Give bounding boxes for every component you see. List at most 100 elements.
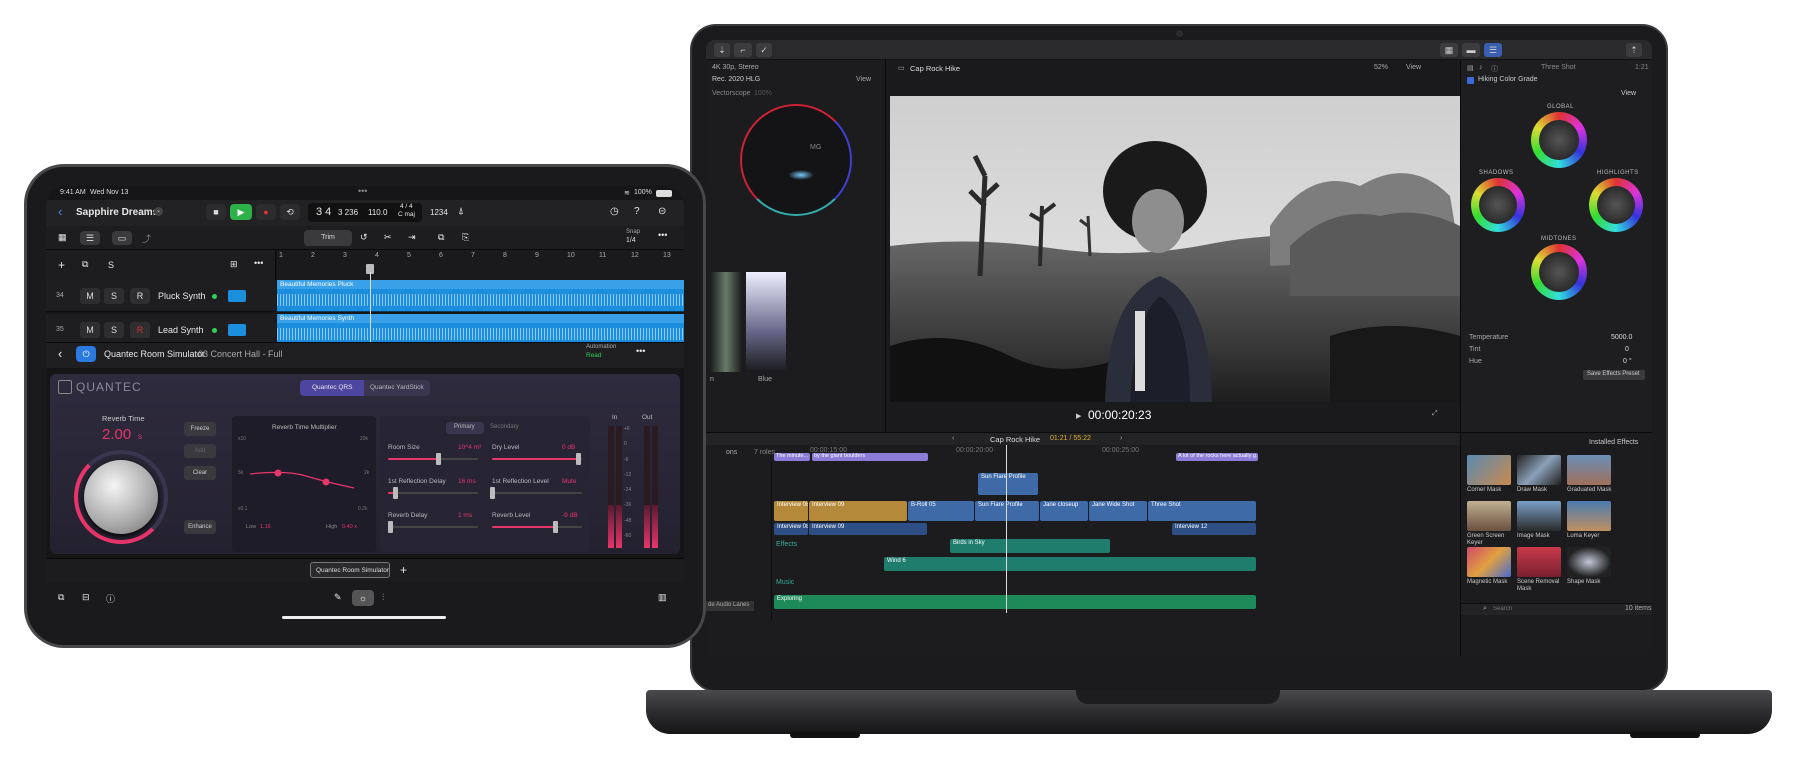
history-forward-icon[interactable]: › bbox=[1120, 435, 1122, 442]
solo-button[interactable]: S bbox=[104, 288, 124, 304]
param-slider-knob[interactable] bbox=[435, 453, 441, 465]
effect-thumbnail[interactable] bbox=[1467, 547, 1511, 577]
tab-quantec-yardstick[interactable]: Quantec YardStick bbox=[364, 380, 430, 396]
duplicate-track-icon[interactable]: ⧉ bbox=[82, 259, 88, 270]
param-temperature-value[interactable]: 5000.0 bbox=[1611, 334, 1632, 341]
instrument-icon[interactable] bbox=[228, 324, 246, 336]
instrument-icon[interactable] bbox=[228, 290, 246, 302]
browser-grid-icon[interactable]: ▦ bbox=[58, 232, 67, 243]
copy-icon[interactable]: ⧉ bbox=[438, 232, 444, 243]
high-handle[interactable] bbox=[322, 478, 330, 486]
primary-clip[interactable]: Jane Wide Shot bbox=[1089, 501, 1147, 521]
param-slider-knob[interactable] bbox=[393, 487, 399, 499]
primary-clip[interactable]: Jane closeup bbox=[1040, 501, 1088, 521]
add-track-icon[interactable]: + bbox=[58, 258, 65, 272]
primary-clip[interactable]: B-Roll 05 bbox=[908, 501, 974, 521]
param-slider-knob[interactable] bbox=[553, 521, 558, 533]
info-icon[interactable]: ⓘ bbox=[1491, 64, 1498, 74]
connected-clip[interactable]: Sun Flare Profile bbox=[978, 473, 1038, 495]
trim-tool-button[interactable]: Trim bbox=[304, 230, 352, 246]
timeline-ruler[interactable] bbox=[277, 250, 684, 280]
keyboard-icon[interactable]: ▥ bbox=[658, 592, 667, 603]
param-slider-track[interactable] bbox=[492, 492, 582, 494]
metronome-icon[interactable]: ⍋ bbox=[458, 206, 464, 217]
global-solo-label[interactable]: S bbox=[108, 260, 114, 270]
project-title[interactable]: Sapphire Dreams bbox=[76, 207, 158, 218]
record-arm-button[interactable]: R bbox=[130, 288, 150, 304]
reverb-time-knob[interactable] bbox=[84, 460, 158, 534]
help-icon[interactable]: ? bbox=[634, 206, 640, 217]
add-plugin-icon[interactable]: + bbox=[400, 563, 407, 577]
film-icon[interactable]: ▤ bbox=[1467, 64, 1474, 72]
primary-clip[interactable]: Three Shot bbox=[1148, 501, 1256, 521]
multiplier-curve[interactable] bbox=[246, 456, 358, 496]
inspector-view-menu[interactable]: View bbox=[1621, 90, 1636, 97]
plugin-preset[interactable]: 03 Concert Hall - Full bbox=[198, 349, 283, 359]
freeze-button[interactable]: Freeze bbox=[184, 422, 216, 436]
primary-clip[interactable]: Sun Flare Profile bbox=[975, 501, 1039, 521]
browser-title[interactable]: Installed Effects bbox=[1589, 439, 1638, 446]
effect-thumbnail[interactable] bbox=[1517, 547, 1561, 577]
track-name[interactable]: Pluck Synth bbox=[158, 291, 206, 301]
pencil-icon[interactable]: ✎ bbox=[334, 592, 342, 603]
mute-button[interactable]: M bbox=[80, 322, 100, 338]
effect-thumbnail[interactable] bbox=[1567, 547, 1611, 577]
play-icon[interactable]: ▶ bbox=[1076, 412, 1081, 420]
effects-audio-clip[interactable]: Wind 6 bbox=[884, 557, 1256, 571]
track-row[interactable]: 34 M S R Pluck Synth bbox=[46, 280, 276, 312]
effect-thumbnail[interactable] bbox=[1467, 501, 1511, 531]
clear-button[interactable]: Clear bbox=[184, 466, 216, 480]
mute-button[interactable]: M bbox=[80, 288, 100, 304]
audio-icon[interactable]: ♪ bbox=[1479, 64, 1483, 71]
record-arm-button[interactable]: R bbox=[130, 322, 150, 338]
snap-value[interactable]: 1/4 bbox=[626, 237, 636, 244]
audio-clip[interactable]: Interview 09 bbox=[809, 523, 927, 535]
viewer-view-menu[interactable]: View bbox=[1406, 64, 1421, 71]
save-effects-preset-button[interactable]: Save Effects Preset bbox=[1583, 370, 1645, 380]
record-icon[interactable]: ● bbox=[256, 204, 276, 220]
audio-region[interactable]: Beautiful Memories Pluck bbox=[277, 280, 684, 312]
fullscreen-icon[interactable]: ⤢ bbox=[1432, 410, 1438, 418]
join-tool-icon[interactable]: ⇥ bbox=[408, 232, 416, 243]
effect-thumbnail[interactable] bbox=[1567, 455, 1611, 485]
browser-toggle-icon[interactable]: ▦ bbox=[1440, 43, 1458, 57]
param-slider-track[interactable] bbox=[388, 526, 478, 528]
effect-thumbnail[interactable] bbox=[1517, 501, 1561, 531]
param-slider-knob[interactable] bbox=[575, 453, 581, 465]
loop-tool-icon[interactable]: ↺ bbox=[360, 232, 368, 243]
timeline-toggle-icon[interactable]: ▬ bbox=[1462, 43, 1480, 57]
tab-secondary[interactable]: Secondary bbox=[490, 424, 519, 430]
share-icon[interactable]: ⇡ bbox=[1626, 43, 1642, 57]
primary-clip[interactable]: Interview 09 bbox=[809, 501, 907, 521]
keywords-icon[interactable]: ⌐ bbox=[734, 43, 752, 57]
automation-icon[interactable]: ⤴ bbox=[142, 232, 151, 245]
plugins-view-button[interactable]: ☼ bbox=[352, 590, 374, 606]
automation-mode[interactable]: Read bbox=[586, 352, 602, 359]
caption-clip[interactable]: The minute... bbox=[774, 453, 810, 461]
primary-clip[interactable]: Interview 08 bbox=[774, 501, 808, 521]
more-icon[interactable]: ••• bbox=[658, 230, 667, 240]
low-handle[interactable] bbox=[274, 469, 282, 477]
zoom-menu[interactable]: 52% bbox=[1374, 64, 1388, 71]
param-slider-track[interactable] bbox=[388, 492, 478, 494]
grade-checkbox[interactable] bbox=[1467, 77, 1474, 84]
cycle-icon[interactable]: ⟲ bbox=[280, 204, 300, 220]
tracks-view-icon[interactable]: ☰ bbox=[80, 231, 100, 245]
background-tasks-icon[interactable]: ✓ bbox=[756, 43, 772, 57]
tab-primary[interactable]: Primary bbox=[446, 422, 484, 434]
effects-search-input[interactable] bbox=[1491, 604, 1581, 614]
multitasking-dots-icon[interactable]: ••• bbox=[358, 186, 367, 196]
tab-quantec-qrs[interactable]: Quantec QRS bbox=[300, 380, 364, 396]
more-options-icon[interactable]: ⊝ bbox=[658, 206, 666, 217]
music-clip[interactable]: Exploring bbox=[774, 595, 1256, 609]
effect-thumbnail[interactable] bbox=[1517, 455, 1561, 485]
solo-button[interactable]: S bbox=[104, 322, 124, 338]
add-button[interactable]: Add bbox=[184, 444, 216, 458]
param-slider-knob[interactable] bbox=[387, 521, 393, 533]
show-audio-lanes-button[interactable]: de Audio Lanes bbox=[706, 601, 754, 611]
track-name[interactable]: Lead Synth bbox=[158, 325, 204, 335]
project-menu-chevron-icon[interactable]: ⌄ bbox=[154, 207, 163, 216]
region-view-icon[interactable]: ▭ bbox=[112, 231, 132, 245]
plugin-back-icon[interactable]: ‹ bbox=[58, 346, 62, 361]
effect-thumbnail[interactable] bbox=[1467, 455, 1511, 485]
